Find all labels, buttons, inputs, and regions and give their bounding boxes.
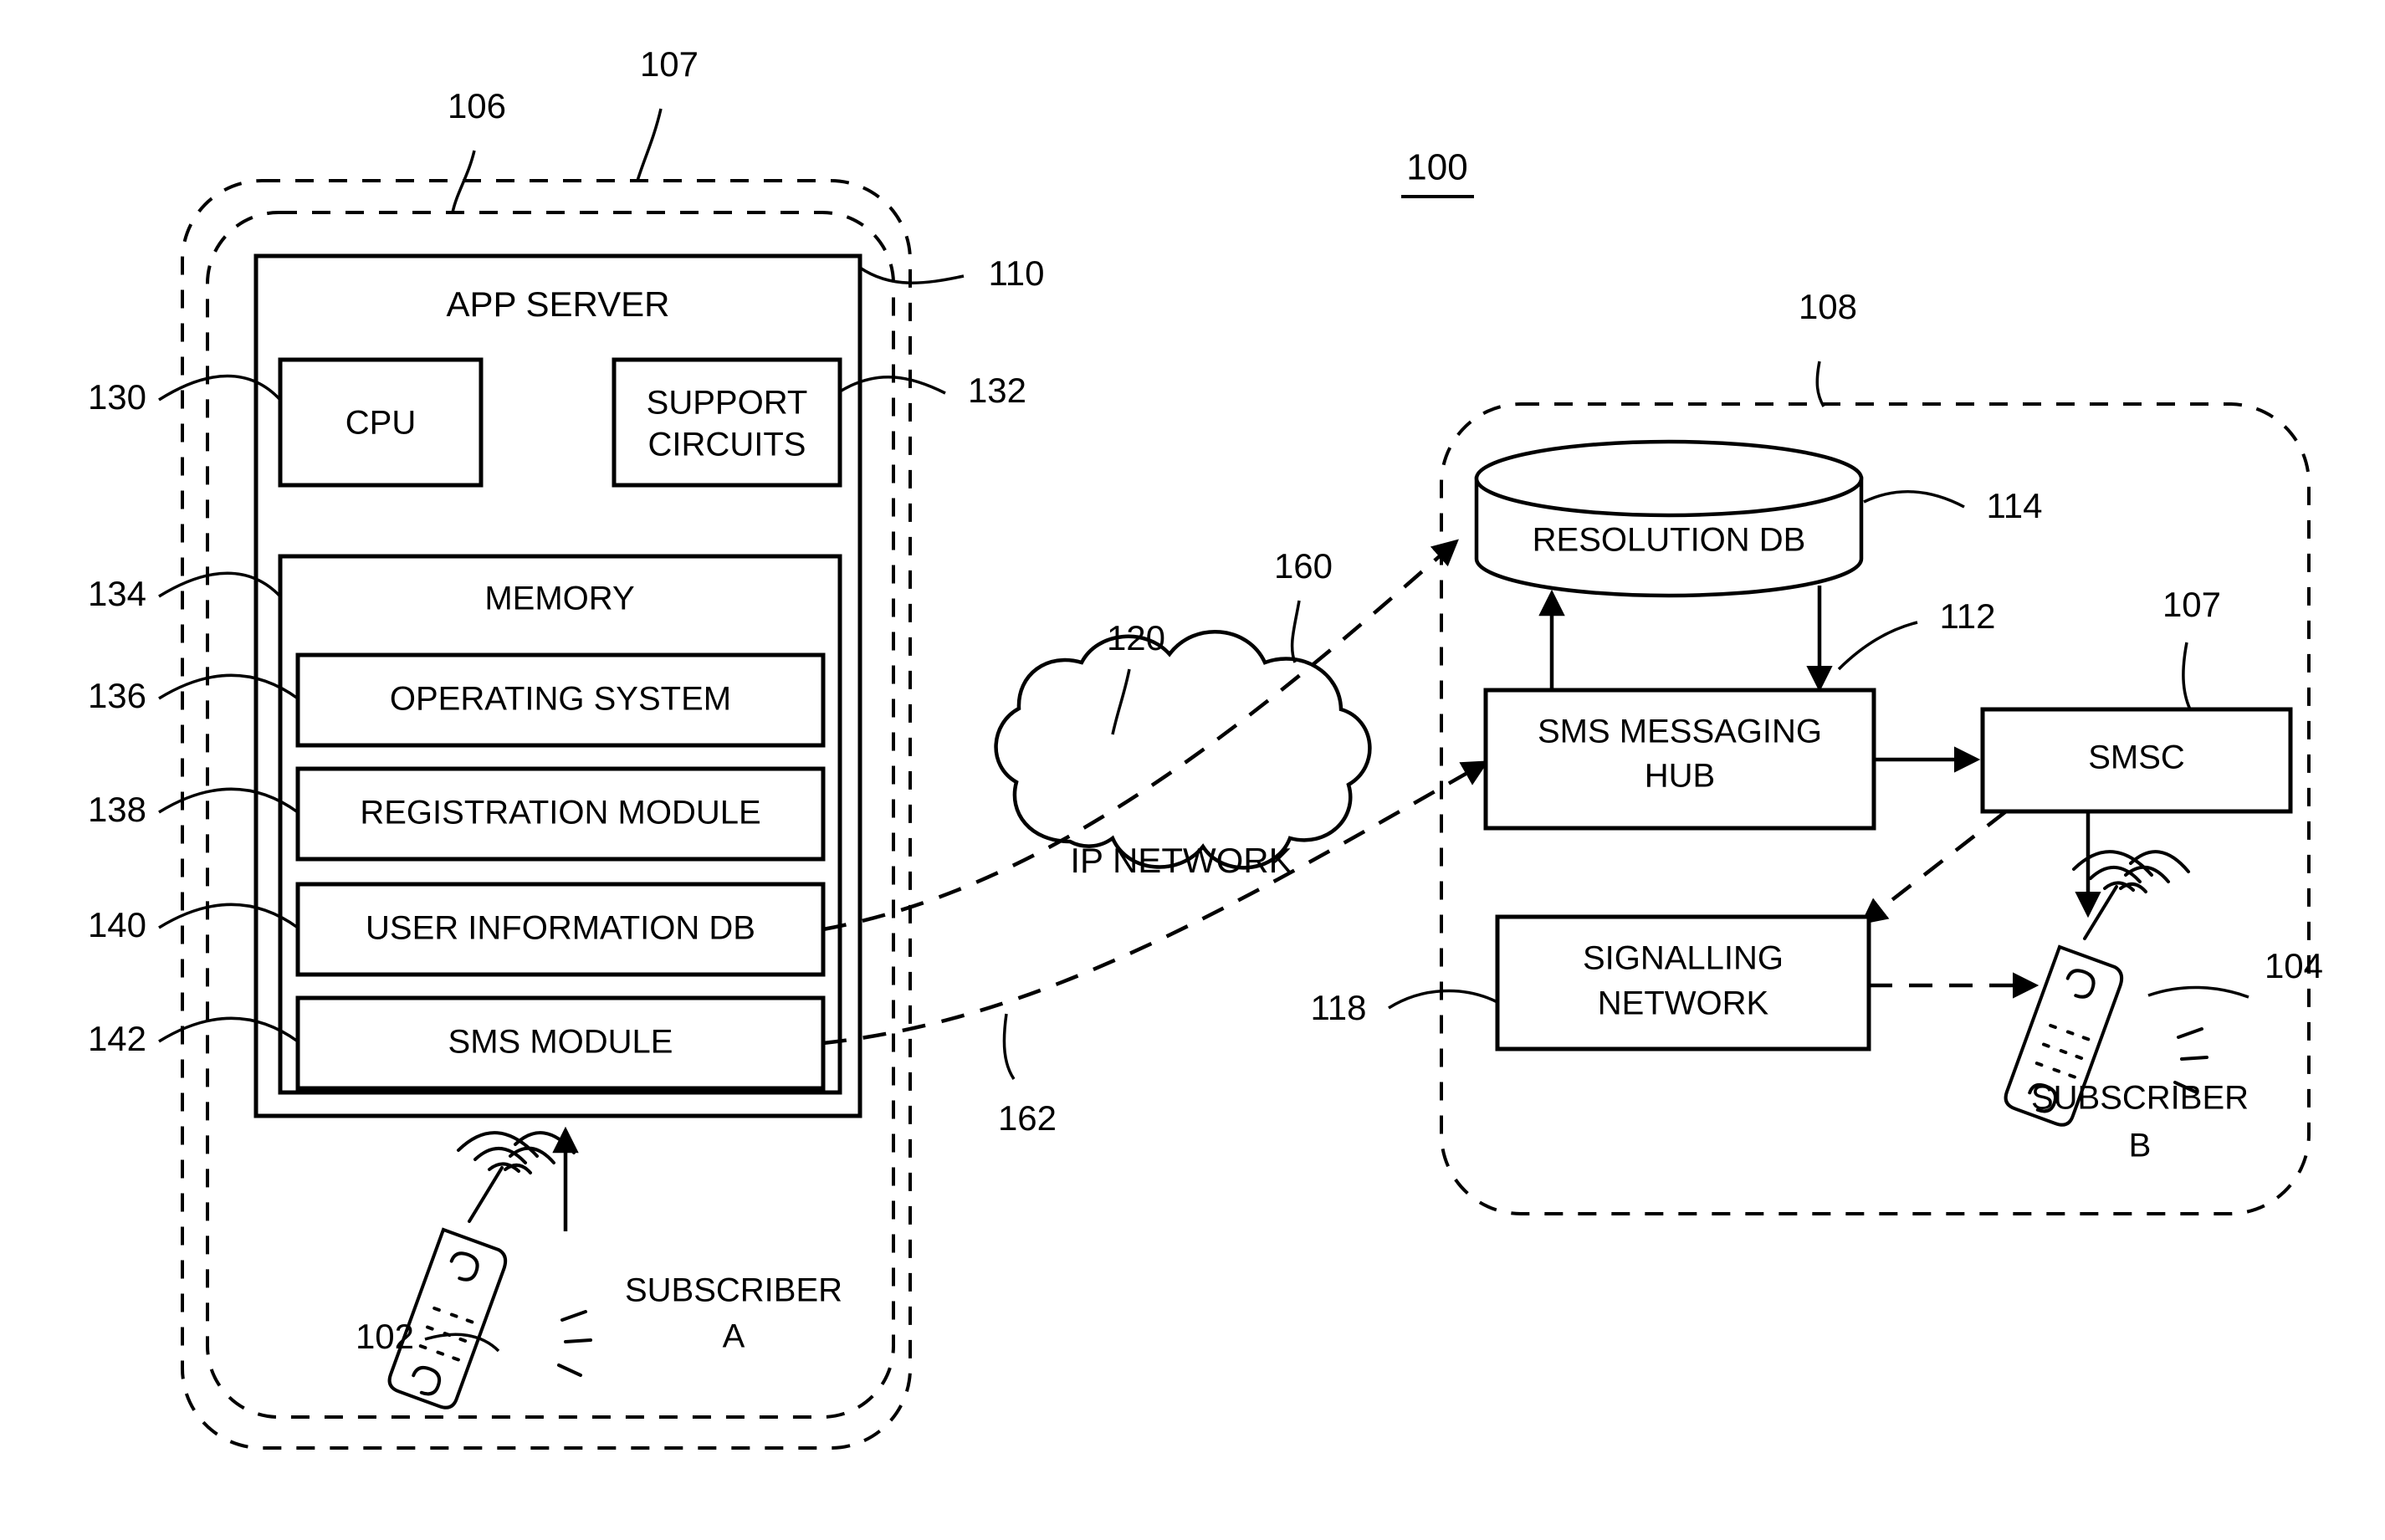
ref-107-left-group: 107 [636,44,699,182]
support-circuits-line2: CIRCUITS [648,427,806,463]
ref-108-label: 108 [1799,287,1857,326]
ref-160-leader [1290,600,1301,663]
figure-canvas: 106 107 APP SERVER 110 CPU 130 SUPPORT C… [88,44,2323,1450]
app-server-title: APP SERVER [447,284,670,324]
signalling-network-line1: SIGNALLING [1583,940,1784,977]
ref-130-label: 130 [88,377,146,417]
ref-108-leader [1815,361,1825,407]
sms-messaging-hub-line2: HUB [1645,758,1715,795]
ref-112-group: 112 [1837,596,1996,671]
ref-102-group: 102 [356,1317,500,1356]
memory-label: MEMORY [484,581,634,617]
ref-107-leader [636,108,663,182]
patent-figure: 106 107 APP SERVER 110 CPU 130 SUPPORT C… [0,0,2385,1540]
ref-120-label: 120 [1107,618,1165,657]
ref-162-label: 162 [998,1098,1057,1138]
signalling-network-line2: NETWORK [1598,985,1769,1022]
module-operating-system-label: OPERATING SYSTEM [390,681,731,718]
smsc-to-signalling-network-arrow [1860,810,2008,925]
ref-114-leader [1863,489,1965,509]
ref-162-leader [1002,1013,1016,1080]
sms-messaging-hub-line1: SMS MESSAGING [1538,714,1822,750]
ref-114-label: 114 [1987,486,2043,525]
ref-108-group: 108 [1799,287,1857,407]
smsc-label: SMSC [2088,739,2185,776]
ref-107-right-leader [2182,642,2192,710]
ref-107-right-group: 107 [2162,585,2221,710]
ref-132-group: 132 [839,371,1026,410]
ref-160-label: 160 [1274,546,1333,586]
ref-107-left-label: 107 [640,44,699,84]
subscriber-a-signal-waves-icon [457,1131,576,1223]
ref-140-label: 140 [88,905,146,944]
ref-162-group: 162 [998,1013,1057,1138]
cpu-label: CPU [345,405,416,442]
ref-118-label: 118 [1311,988,1367,1027]
subscriber-b-line2: B [2129,1128,2152,1164]
ref-110-group: 110 [859,253,1045,293]
ref-106-label: 106 [448,86,506,125]
resolution-db-label: RESOLUTION DB [1533,522,1806,559]
ref-112-label: 112 [1940,596,1996,636]
module-registration-label: REGISTRATION MODULE [360,795,760,831]
module-sms-label: SMS MODULE [448,1024,673,1061]
support-circuits-box [612,357,842,488]
module-user-information-db-label: USER INFORMATION DB [366,910,755,947]
ip-network-label: IP NETWORK [1070,841,1292,880]
support-circuits-line1: SUPPORT [647,385,808,422]
ref-134-label: 134 [88,574,146,613]
ref-132-label: 132 [968,371,1026,410]
figure-number-group: 100 [1401,147,1474,198]
ref-114-group: 114 [1863,486,2043,525]
ref-136-label: 136 [88,676,146,715]
ref-104-leader [2147,985,2249,999]
signalling-network-box [1495,914,1871,1051]
ref-102-label: 102 [356,1317,414,1356]
ref-104-label: 104 [2265,946,2323,985]
subscriber-b-signal-waves-icon [2072,850,2190,940]
subscriber-a-line1: SUBSCRIBER [625,1272,842,1309]
ip-network-cloud-shape [994,629,1372,870]
ref-104-group: 104 [2147,946,2323,999]
ref-138-label: 138 [88,790,146,829]
figure-number-label: 100 [1406,147,1467,188]
ref-112-leader [1837,621,1918,671]
resolution-db-cylinder [1474,439,1864,598]
ref-107-right-label: 107 [2162,585,2221,624]
ref-118-group: 118 [1311,988,1498,1027]
subscriber-a-ring-lines-icon [557,1310,592,1377]
ref-160-group: 160 [1274,546,1333,663]
ref-106-group: 106 [448,86,506,213]
subscriber-a-line2: A [723,1318,745,1355]
ref-110-label: 110 [989,253,1045,293]
subscriber-b-line1: SUBSCRIBER [2031,1080,2249,1117]
ref-102-leader [424,1333,500,1353]
ref-142-label: 142 [88,1019,146,1058]
